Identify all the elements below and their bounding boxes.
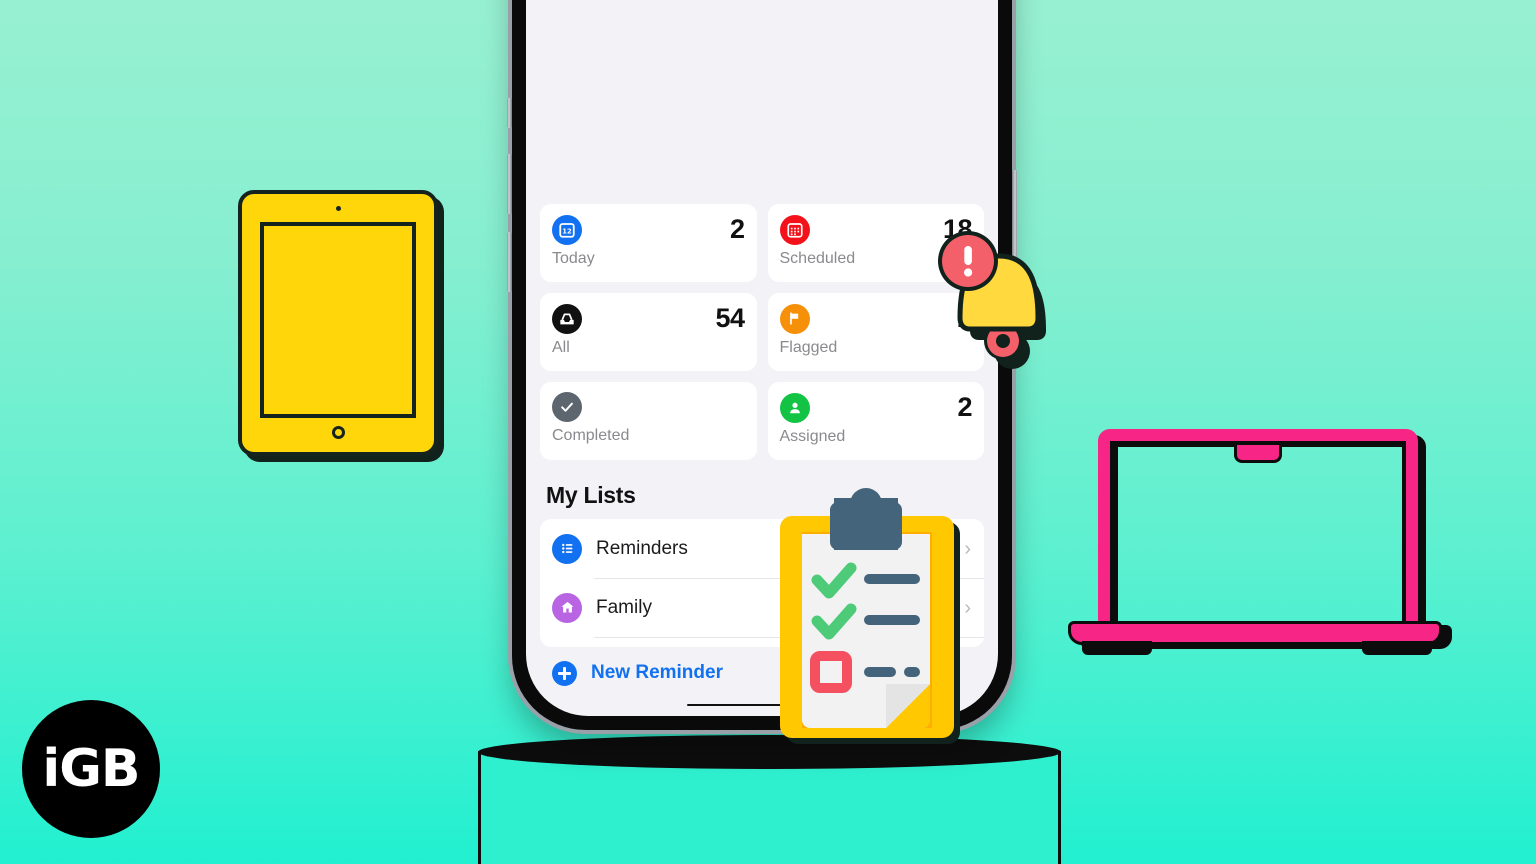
calendar-icon (779, 214, 810, 245)
phone-mute-switch[interactable] (507, 98, 512, 128)
house-icon (552, 592, 582, 623)
smart-card-label: Assigned (779, 428, 846, 445)
laptop-illustration (1062, 425, 1462, 665)
pedestal-top-ellipse (478, 735, 1061, 769)
phone-volume-up-button[interactable] (507, 154, 512, 214)
smart-lists-grid: 12 2 Today 18 Scheduled 54 All Flagged C… (540, 204, 984, 460)
laptop-foot-left (1082, 641, 1152, 655)
smart-card-top: 2 (779, 392, 972, 423)
smart-card-label: Today (552, 250, 595, 267)
inbox-icon (552, 303, 582, 334)
flag-icon (779, 303, 810, 334)
smart-card-top: 12 2 (552, 214, 745, 245)
tablet-body (238, 190, 438, 456)
notification-bell-illustration (930, 228, 1075, 378)
laptop-foot-right (1362, 641, 1432, 655)
smart-card-label: All (552, 339, 570, 356)
checkmark-icon (552, 392, 582, 422)
smart-card-today[interactable]: 12 2 Today (540, 204, 757, 282)
svg-text:12: 12 (562, 227, 572, 235)
igb-logo-text: iGB (42, 739, 140, 799)
smart-card-all[interactable]: 54 All (540, 293, 757, 371)
tablet-camera-icon (336, 206, 341, 211)
smart-card-assigned[interactable]: 2 Assigned (767, 382, 984, 460)
tablet-illustration (238, 190, 444, 462)
list-bullet-icon (552, 533, 582, 564)
smart-card-top (552, 392, 745, 422)
smart-card-label: Completed (552, 427, 630, 444)
checklist-clipboard-illustration (772, 488, 968, 748)
smart-card-count: 54 (715, 303, 745, 333)
pedestal (478, 735, 1061, 864)
tablet-screen (260, 222, 416, 418)
person-icon (779, 392, 810, 423)
smart-card-count: 2 (729, 214, 745, 244)
igb-logo: iGB (22, 700, 160, 838)
plus-circle-icon (552, 660, 577, 686)
tablet-home-button (332, 426, 345, 439)
laptop-screen-outline (1110, 441, 1406, 634)
calendar-today-icon: 12 (552, 214, 582, 245)
smart-card-completed[interactable]: Completed (540, 382, 757, 460)
smart-card-top: 54 (552, 303, 745, 334)
new-reminder-label: New Reminder (591, 662, 723, 684)
smart-card-count: 2 (957, 392, 972, 422)
phone-volume-down-button[interactable] (507, 232, 512, 292)
